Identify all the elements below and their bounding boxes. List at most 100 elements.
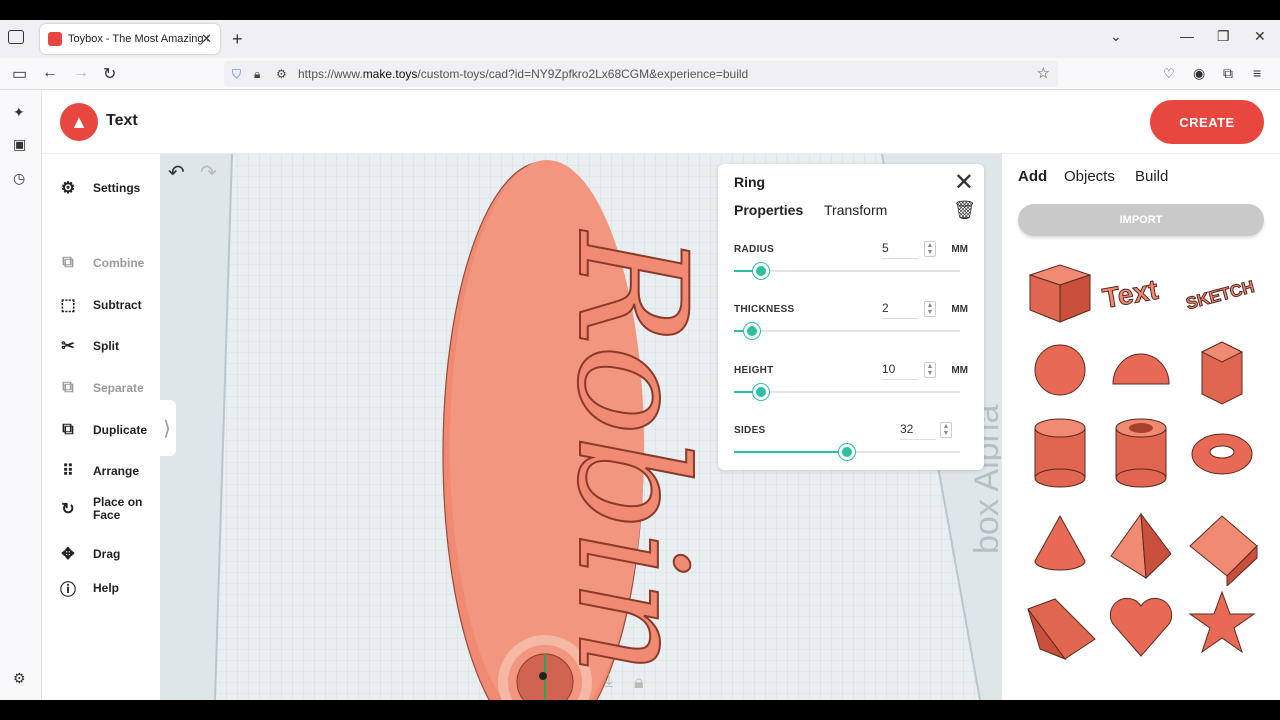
create-button[interactable]: CREATE [1150,100,1264,144]
url-path: /custom-toys/cad?id=NY9Zpfkro2Lx68CGM&ex… [417,67,749,81]
browser-tabstrip: Toybox - The Most Amazing 3D ✕ + ⌄ — ❐ ✕ [0,20,1280,58]
synced-tabs-icon[interactable]: ▣ [13,136,26,153]
tool-label: Split [93,339,119,353]
slider-knob[interactable] [744,323,761,339]
minimize-icon[interactable]: — [1180,28,1194,44]
sides-stepper[interactable]: ▲ ▼ [940,422,952,438]
thickness-slider[interactable] [734,323,960,339]
separate-icon: ⧉ [62,379,74,396]
slider-knob[interactable] [753,263,770,279]
star-shape-icon[interactable] [1182,584,1262,664]
history-icon[interactable]: ◷ [13,170,25,187]
radius-input[interactable]: 5 [882,241,918,259]
tool-duplicate[interactable]: ⧉ Duplicate [58,420,147,440]
height-stepper[interactable]: ▲ ▼ [924,362,936,378]
tool-label: Separate [93,381,144,395]
tab-overflow-icon[interactable]: ⌄ [1110,28,1122,45]
pyramid-shape-icon[interactable] [1101,506,1181,586]
redo-icon[interactable]: ↷ [200,160,217,185]
restore-icon[interactable]: ❐ [1217,28,1230,45]
menu-icon[interactable]: ≡ [1253,65,1261,81]
tab-properties[interactable]: Properties [734,202,803,218]
import-button[interactable]: IMPORT [1018,204,1264,236]
permissions-icon[interactable]: ⚙ [276,67,287,81]
torus-shape-icon[interactable] [1182,412,1262,492]
download-icon[interactable]: ⤓ [605,670,613,690]
tool-separate[interactable]: ⧉ Separate [58,378,144,398]
bookmark-star-icon[interactable]: ☆ [1037,64,1050,82]
tool-help[interactable]: ⓘ Help [58,578,120,599]
text-shape-icon[interactable]: Text [1098,250,1178,330]
param-label: HEIGHT [734,365,774,376]
tool-settings[interactable]: ⚙ Settings [58,178,141,198]
url-bar[interactable]: ⛉ 🔒︎ ⚙ https://www. make.toys/custom-toys… [224,61,1058,87]
sides-input[interactable]: 32 [900,422,936,440]
account-icon[interactable]: ◉ [1193,65,1205,82]
tool-place-on-face[interactable]: ↻ Place on Face [58,496,149,522]
app-header: ▲ Text CREATE [42,90,1280,154]
browser-tab[interactable]: Toybox - The Most Amazing 3D ✕ [40,24,220,54]
window-close-icon[interactable]: ✕ [1254,28,1266,45]
back-icon[interactable]: ← [42,64,58,82]
lock-icon[interactable]: 🔒︎ [634,672,644,692]
thickness-stepper[interactable]: ▲ ▼ [924,301,936,317]
reload-icon[interactable]: ↻ [103,64,116,84]
tool-split[interactable]: ✂ Split [58,336,119,356]
height-input[interactable]: 10 [882,362,918,380]
slider-knob[interactable] [839,444,855,460]
url-prefix: https://www. [298,67,363,81]
tool-label: Arrange [93,464,140,478]
sidebar-settings-icon[interactable]: ⚙ [13,670,26,687]
sketch-shape-icon[interactable]: SKETCH [1182,250,1262,330]
tool-label: Combine [93,256,145,270]
cylinder-shape-icon[interactable] [1020,412,1100,492]
sides-slider[interactable] [734,444,960,460]
cube-shape-icon[interactable] [1020,250,1100,330]
browser-sidebar: ✦ ▣ ◷ ⚙ [0,90,42,700]
keychain-text[interactable]: Robin [543,228,719,677]
sphere-shape-icon[interactable] [1020,332,1100,412]
height-slider[interactable] [734,384,960,400]
tab-list-icon[interactable] [8,30,24,44]
tool-label: Help [93,581,120,595]
tool-combine[interactable]: ⧉ Combine [58,253,144,273]
tool-arrange[interactable]: ⠿ Arrange [58,461,139,481]
thickness-input[interactable]: 2 [882,301,918,319]
hexagonal-prism-shape-icon[interactable] [1182,332,1262,412]
slider-knob[interactable] [753,384,770,400]
tool-subtract[interactable]: ⬚ Subtract [58,295,141,315]
forward-icon[interactable]: → [73,64,89,82]
tab-transform[interactable]: Transform [824,202,887,218]
trash-icon[interactable]: 🗑︎ [953,200,976,221]
tool-drag[interactable]: ✥ Drag [58,544,120,564]
tab-add[interactable]: Add [1018,168,1047,185]
radius-slider[interactable] [734,263,960,279]
heart-shape-icon[interactable] [1101,584,1181,664]
chevron-right-icon[interactable]: ⟩ [160,400,176,456]
app: ✦ ▣ ◷ ⚙ ▲ Text CREATE ⚙ Settings ⧉ Combi… [0,90,1280,700]
undo-icon[interactable]: ↶ [168,160,185,185]
param-height: HEIGHT 10 ▲ ▼ MM [734,362,968,415]
lock-icon[interactable]: 🔒︎ [254,67,260,82]
screen-top-border [0,0,1280,20]
new-tab-icon[interactable]: + [232,29,243,50]
shield-icon[interactable]: ⛉ [232,67,241,82]
radius-stepper[interactable]: ▲ ▼ [924,241,936,257]
tab-objects[interactable]: Objects [1064,168,1115,185]
ai-sparkle-icon[interactable]: ✦ [13,104,25,121]
properties-panel: Ring ✕ Properties Transform 🗑︎ RADIUS 5 … [718,164,984,470]
extensions-icon[interactable]: ⧉ [1223,65,1233,82]
cone-shape-icon[interactable] [1020,506,1100,586]
pocket-icon[interactable]: ♡ [1163,66,1175,82]
toybox-logo-icon[interactable]: ▲ [60,103,98,141]
triangular-prism-shape-icon[interactable] [1020,584,1100,664]
tube-shape-icon[interactable] [1101,412,1181,492]
hemisphere-shape-icon[interactable] [1101,332,1181,412]
wedge-shape-icon[interactable] [1182,506,1262,586]
sidebar-toggle-icon[interactable]: ▭ [12,64,27,84]
svg-text:SKETCH: SKETCH [1184,277,1256,313]
tab-close-icon[interactable]: ✕ [201,31,212,47]
close-icon[interactable]: ✕ [954,168,974,197]
tab-build[interactable]: Build [1135,168,1168,185]
param-sides: SIDES 32 ▲ ▼ [734,422,968,475]
